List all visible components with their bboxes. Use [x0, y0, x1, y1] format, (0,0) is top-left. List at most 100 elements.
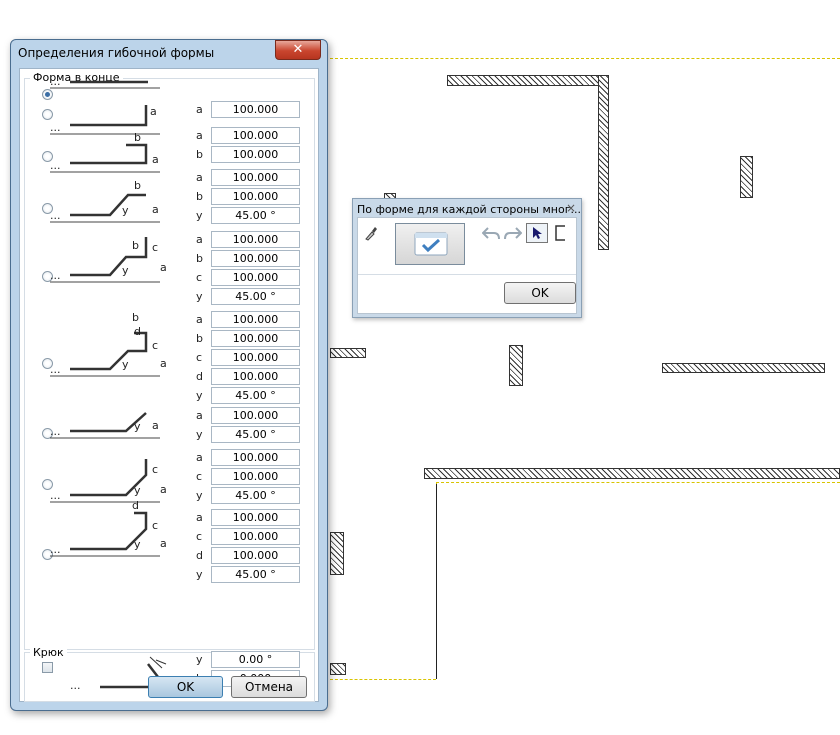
popup-body: OK — [357, 217, 577, 314]
wall-segment[interactable] — [447, 75, 609, 86]
wall-segment[interactable] — [598, 75, 609, 250]
undo-icon[interactable] — [482, 225, 500, 241]
shape-label-a: a — [160, 261, 167, 274]
shape-dots: ... — [50, 425, 61, 438]
field-a-input[interactable]: 100.000 — [211, 449, 300, 466]
hook-checkbox[interactable] — [42, 662, 53, 673]
field-b-input[interactable]: 100.000 — [211, 146, 300, 163]
cancel-button[interactable]: Отмена — [231, 676, 307, 698]
wall-segment[interactable] — [740, 156, 753, 198]
shape-dots: ... — [50, 77, 61, 88]
field-a-input[interactable]: 100.000 — [211, 231, 300, 248]
wall-edge — [436, 484, 437, 679]
wall-segment[interactable] — [509, 345, 523, 386]
field-c-input[interactable]: 100.000 — [211, 349, 300, 366]
field-label-a: a — [196, 409, 203, 422]
field-d-input[interactable]: 100.000 — [211, 547, 300, 564]
field-label-a: a — [196, 511, 203, 524]
field-b-input[interactable]: 100.000 — [211, 188, 300, 205]
shape-label-a: a — [160, 537, 167, 550]
bracket-shape-icon[interactable] — [553, 224, 569, 242]
end-shape-icon-2: ...a — [50, 105, 160, 135]
field-label-d: d — [196, 549, 203, 562]
shape-label-b: b — [132, 239, 139, 252]
field-label-y: y — [196, 290, 203, 303]
field-a-input[interactable]: 100.000 — [211, 407, 300, 424]
shape-label-a: a — [152, 153, 159, 166]
end-shape-icon-7: ... ay — [50, 412, 160, 439]
field-label-b: b — [196, 332, 203, 345]
shape-per-side-dialog: По форме для каждой стороны мног... × OK — [352, 198, 582, 318]
field-label-y: y — [196, 389, 203, 402]
field-a-input[interactable]: 100.000 — [211, 127, 300, 144]
shape-label-y: y — [122, 204, 129, 217]
wall-segment[interactable] — [330, 348, 366, 358]
shape-label-y: y — [122, 358, 129, 371]
checkmark-icon — [414, 232, 448, 256]
end-shape-icon-1: ... — [50, 77, 160, 89]
close-icon: ✕ — [292, 42, 304, 57]
field-a-input[interactable]: 100.000 — [211, 509, 300, 526]
shape-label-c: c — [152, 241, 158, 254]
field-y-input[interactable]: 45.00 ° — [211, 207, 300, 224]
end-shape-icon-6: ... bdca y — [50, 311, 167, 377]
field-y-input[interactable]: 45.00 ° — [211, 387, 300, 404]
hook-field-y-input[interactable]: 0.00 ° — [211, 651, 300, 668]
ok-button[interactable]: OK — [148, 676, 223, 698]
field-y-input[interactable]: 45.00 ° — [211, 566, 300, 583]
field-y-input[interactable]: 45.00 ° — [211, 426, 300, 443]
field-label-a: a — [196, 233, 203, 246]
popup-title: По форме для каждой стороны мног... — [357, 203, 581, 216]
eyedropper-icon[interactable] — [364, 225, 378, 241]
snap-line — [330, 58, 840, 59]
field-c-input[interactable]: 100.000 — [211, 468, 300, 485]
snap-line — [436, 482, 840, 483]
shape-label-a: a — [160, 483, 167, 496]
field-label-d: d — [196, 370, 203, 383]
shape-label-b: b — [134, 133, 141, 144]
field-label-c: c — [196, 470, 203, 483]
apply-checkmark-button[interactable] — [395, 223, 465, 265]
wall-segment[interactable] — [330, 663, 346, 675]
field-label-c: c — [196, 271, 203, 284]
shape-label-d: d — [134, 325, 141, 338]
hook-field-label-y: y — [196, 653, 203, 666]
shape-dots: ... — [50, 363, 61, 376]
field-b-input[interactable]: 100.000 — [211, 330, 300, 347]
end-shape-icon-8: ...cay — [50, 459, 167, 503]
field-y-input[interactable]: 45.00 ° — [211, 487, 300, 504]
shape-label-y: y — [134, 484, 141, 497]
field-c-input[interactable]: 100.000 — [211, 528, 300, 545]
field-y-input[interactable]: 45.00 ° — [211, 288, 300, 305]
bending-shape-dialog: Определения гибочной формы ✕ Форма в кон… — [10, 39, 328, 711]
shape-label-c: c — [152, 463, 158, 476]
shape-dots: ... — [70, 679, 81, 692]
redo-icon[interactable] — [504, 225, 522, 241]
dialog-title: Определения гибочной формы — [18, 46, 215, 60]
shape-label-a: a — [160, 357, 167, 370]
close-icon[interactable]: × — [566, 201, 576, 215]
shape-dots: ... — [50, 269, 61, 282]
field-label-a: a — [196, 451, 203, 464]
field-c-input[interactable]: 100.000 — [211, 269, 300, 286]
shape-label-d: d — [132, 501, 139, 512]
wall-segment[interactable] — [662, 363, 825, 373]
field-label-y: y — [196, 489, 203, 502]
select-cursor-button[interactable] — [526, 223, 548, 243]
wall-segment[interactable] — [330, 532, 344, 575]
snap-line — [330, 679, 436, 680]
hook-group-label: Крюк — [30, 646, 67, 659]
shape-label-a: a — [150, 105, 157, 118]
close-button[interactable]: ✕ — [275, 40, 321, 60]
popup-ok-button[interactable]: OK — [504, 282, 576, 304]
shape-label-b: b — [132, 311, 139, 324]
end-shape-icon-3: ...ba — [50, 133, 160, 173]
field-d-input[interactable]: 100.000 — [211, 368, 300, 385]
field-label-y: y — [196, 568, 203, 581]
field-a-input[interactable]: 100.000 — [211, 169, 300, 186]
shape-label-c: c — [152, 339, 158, 352]
field-a-input[interactable]: 100.000 — [211, 311, 300, 328]
field-a-input[interactable]: 100.000 — [211, 101, 300, 118]
wall-segment[interactable] — [424, 468, 840, 479]
field-b-input[interactable]: 100.000 — [211, 250, 300, 267]
